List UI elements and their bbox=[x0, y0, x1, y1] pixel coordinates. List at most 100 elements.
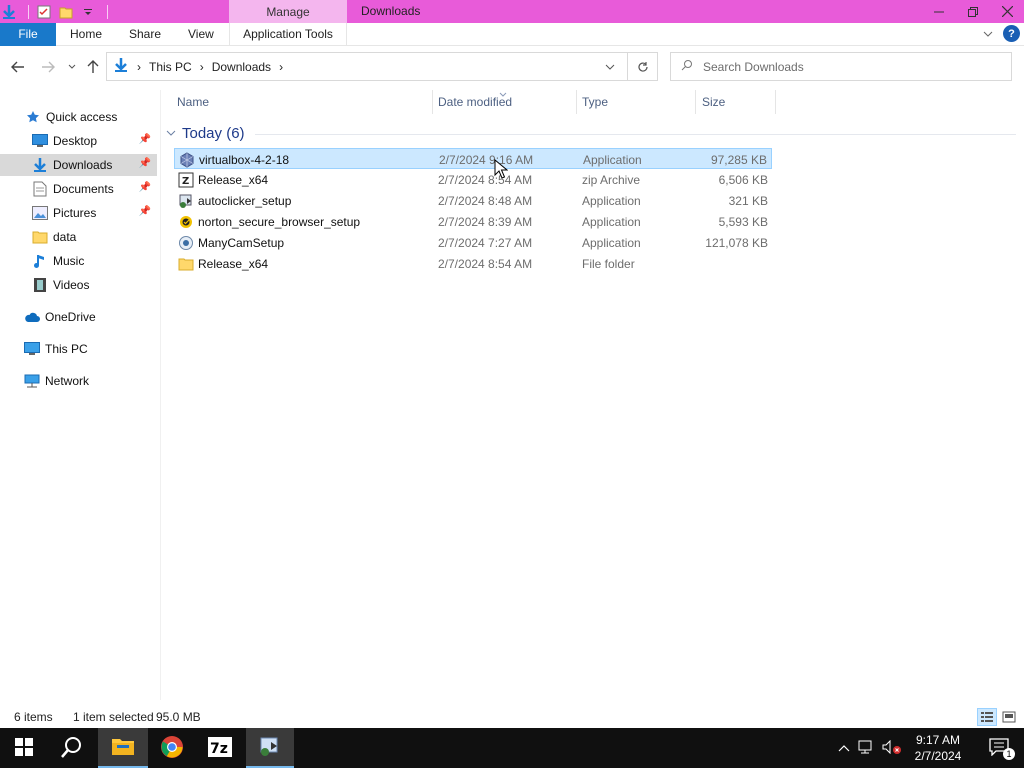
file-row[interactable]: ManyCamSetup 2/7/2024 7:27 AM Applicatio… bbox=[174, 232, 772, 253]
refresh-button[interactable] bbox=[627, 53, 657, 80]
show-hidden-icons-icon[interactable] bbox=[838, 741, 850, 755]
navigation-pane: Quick access Desktop 📌 Downloads 📌 Docum… bbox=[0, 90, 157, 702]
sidebar-item-downloads[interactable]: Downloads 📌 bbox=[0, 154, 157, 176]
pin-icon[interactable]: 📌 bbox=[139, 134, 151, 145]
help-icon[interactable]: ? bbox=[1003, 25, 1020, 42]
new-folder-icon[interactable] bbox=[57, 3, 75, 21]
sidebar-item-onedrive[interactable]: OneDrive bbox=[0, 306, 157, 328]
selection-count: 1 item selected bbox=[73, 710, 154, 724]
item-count: 6 items bbox=[14, 710, 53, 724]
search-button[interactable] bbox=[48, 728, 96, 768]
taskbar-7zip[interactable]: 7z bbox=[196, 728, 244, 768]
forward-button[interactable] bbox=[38, 57, 58, 77]
taskbar-installer[interactable] bbox=[246, 728, 294, 768]
svg-text:7z: 7z bbox=[210, 741, 228, 757]
address-bar[interactable]: › This PC › Downloads › bbox=[106, 52, 658, 81]
search-box[interactable] bbox=[670, 52, 1012, 81]
breadcrumb: › This PC › Downloads › bbox=[107, 57, 283, 76]
close-button[interactable] bbox=[990, 0, 1024, 23]
file-date: 2/7/2024 7:27 AM bbox=[438, 236, 533, 250]
tab-home[interactable]: Home bbox=[70, 23, 102, 46]
file-date: 2/7/2024 8:54 AM bbox=[438, 173, 533, 187]
file-row[interactable]: norton_secure_browser_setup 2/7/2024 8:3… bbox=[174, 211, 772, 232]
file-type: Application bbox=[583, 153, 642, 167]
sidebar-item-documents[interactable]: Documents 📌 bbox=[0, 178, 157, 200]
file-row[interactable]: virtualbox-4-2-18 2/7/2024 9:16 AM Appli… bbox=[174, 148, 772, 169]
svg-text:Z: Z bbox=[182, 176, 189, 187]
expand-ribbon-icon[interactable] bbox=[983, 27, 993, 41]
address-dropdown-button[interactable] bbox=[599, 53, 621, 80]
breadcrumb-separator-icon[interactable]: › bbox=[279, 60, 283, 74]
column-separator[interactable] bbox=[576, 90, 577, 114]
sidebar-item-data[interactable]: data bbox=[0, 226, 157, 248]
volume-muted-icon[interactable] bbox=[882, 739, 902, 757]
column-header-type[interactable]: Type bbox=[582, 90, 608, 114]
tab-application-tools[interactable]: Application Tools bbox=[229, 23, 347, 46]
column-header-name[interactable]: Name bbox=[177, 90, 209, 114]
file-size: 6,506 KB bbox=[718, 173, 768, 187]
pin-icon[interactable]: 📌 bbox=[139, 206, 151, 217]
taskbar-file-explorer[interactable] bbox=[98, 728, 148, 768]
qat-dropdown-icon[interactable] bbox=[79, 3, 97, 21]
file-name: Release_x64 bbox=[198, 173, 269, 187]
taskbar: 7z 9:17 AM 2/7/2024 1 bbox=[0, 728, 1024, 768]
cloud-icon bbox=[24, 309, 40, 325]
sidebar-item-this-pc[interactable]: This PC bbox=[0, 338, 157, 360]
sidebar-item-pictures[interactable]: Pictures 📌 bbox=[0, 202, 157, 224]
tab-share[interactable]: Share bbox=[129, 23, 161, 46]
tab-file[interactable]: File bbox=[0, 23, 56, 46]
file-row[interactable]: Z Release_x64 2/7/2024 8:54 AM zip Archi… bbox=[174, 169, 772, 190]
network-status-icon[interactable] bbox=[858, 740, 876, 757]
file-row[interactable]: Release_x64 2/7/2024 8:54 AM File folder bbox=[174, 253, 772, 274]
taskbar-clock[interactable]: 9:17 AM 2/7/2024 bbox=[906, 732, 970, 764]
breadcrumb-separator-icon[interactable]: › bbox=[200, 60, 204, 74]
pin-icon[interactable]: 📌 bbox=[139, 182, 151, 193]
column-separator[interactable] bbox=[775, 90, 776, 114]
document-icon bbox=[32, 181, 48, 197]
file-size: 121,078 KB bbox=[705, 236, 768, 250]
column-separator[interactable] bbox=[695, 90, 696, 114]
breadcrumb-this-pc[interactable]: This PC bbox=[149, 60, 192, 74]
installer-icon bbox=[258, 734, 282, 761]
breadcrumb-separator-icon[interactable]: › bbox=[137, 60, 141, 74]
pin-icon[interactable]: 📌 bbox=[139, 158, 151, 169]
sidebar-item-videos[interactable]: Videos bbox=[0, 274, 157, 296]
sidebar-item-desktop[interactable]: Desktop 📌 bbox=[0, 130, 157, 152]
column-separator[interactable] bbox=[432, 90, 433, 114]
tab-manage[interactable]: Manage bbox=[229, 0, 347, 23]
breadcrumb-downloads[interactable]: Downloads bbox=[212, 60, 271, 74]
taskbar-chrome[interactable] bbox=[148, 728, 196, 768]
file-size: 97,285 KB bbox=[710, 153, 767, 167]
recent-locations-button[interactable] bbox=[62, 57, 82, 77]
start-button[interactable] bbox=[0, 728, 48, 768]
large-icons-view-button[interactable] bbox=[999, 708, 1019, 726]
minimize-button[interactable] bbox=[922, 0, 956, 23]
column-header-size[interactable]: Size bbox=[702, 90, 725, 114]
file-name: autoclicker_setup bbox=[198, 194, 292, 208]
restore-button[interactable] bbox=[956, 0, 990, 23]
file-name: ManyCamSetup bbox=[198, 236, 285, 250]
download-arrow-icon bbox=[32, 157, 48, 173]
pane-divider[interactable] bbox=[160, 90, 161, 700]
sidebar-item-label: Downloads bbox=[53, 158, 113, 172]
sidebar-item-label: Desktop bbox=[53, 134, 98, 148]
file-row[interactable]: autoclicker_setup 2/7/2024 8:48 AM Appli… bbox=[174, 190, 772, 211]
tab-view[interactable]: View bbox=[188, 23, 214, 46]
details-view-button[interactable] bbox=[977, 708, 997, 726]
sidebar-item-network[interactable]: Network bbox=[0, 370, 157, 392]
up-button[interactable] bbox=[83, 57, 103, 77]
sidebar-item-label: This PC bbox=[45, 342, 88, 356]
file-type: zip Archive bbox=[582, 173, 641, 187]
folder-icon bbox=[178, 256, 194, 272]
back-button[interactable] bbox=[8, 57, 28, 77]
action-center-button[interactable]: 1 bbox=[976, 728, 1024, 768]
collapse-chevron-icon[interactable] bbox=[166, 127, 176, 139]
sidebar-item-quick-access[interactable]: Quick access bbox=[0, 106, 157, 128]
download-arrow-icon bbox=[0, 3, 18, 21]
chrome-icon bbox=[160, 735, 184, 762]
sidebar-item-music[interactable]: Music bbox=[0, 250, 157, 272]
search-input[interactable] bbox=[703, 59, 1003, 74]
properties-icon[interactable] bbox=[35, 3, 53, 21]
ribbon-tabs: File Home Share View Application Tools ? bbox=[0, 23, 1024, 46]
group-header-today[interactable]: Today (6) bbox=[166, 124, 1016, 142]
